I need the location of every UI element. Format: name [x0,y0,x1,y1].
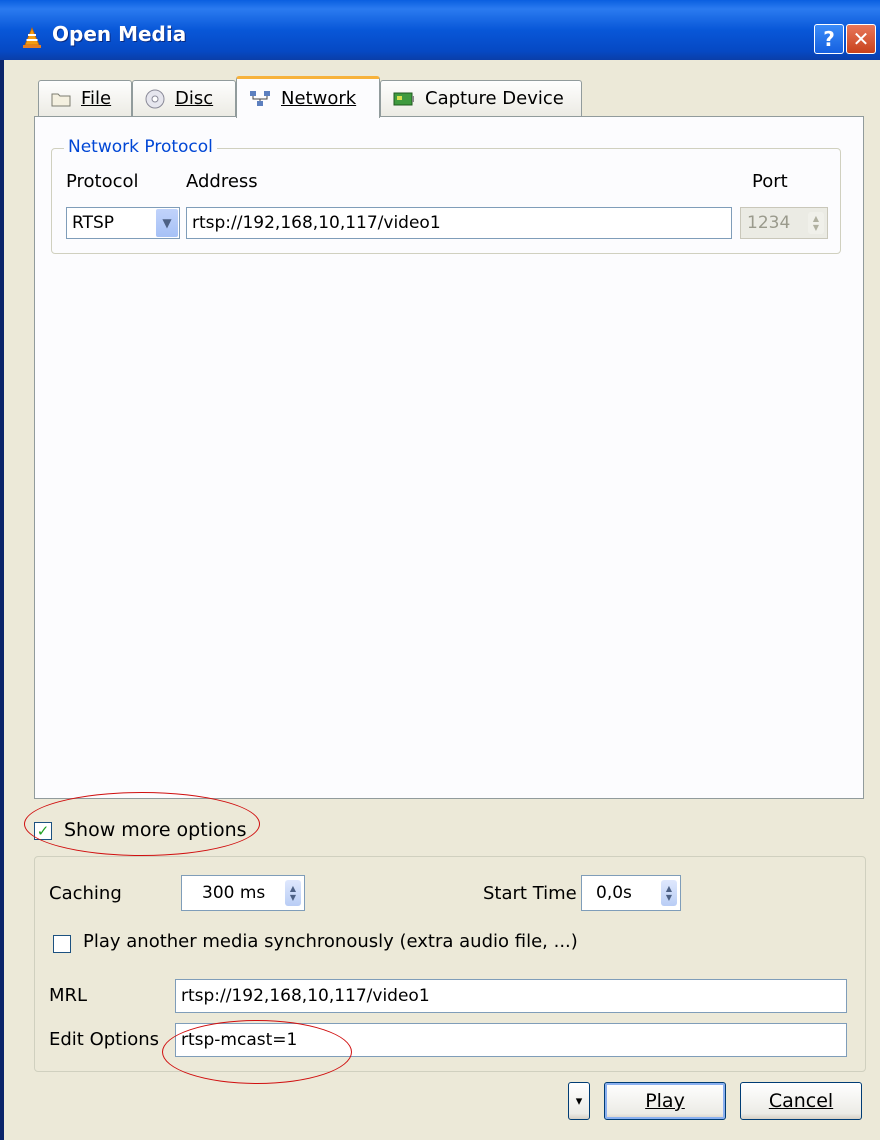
mrl-label: MRL [49,985,88,1006]
disc-icon [145,89,165,108]
folder-icon [51,93,71,106]
port-value: 1234 [747,213,791,233]
port-spinbox[interactable]: 1234 ▲ ▼ [740,207,828,239]
play-button[interactable]: Play [604,1082,726,1120]
start-time-label: Start Time [483,883,577,904]
chevron-down-icon: ▾ [575,1093,583,1109]
caching-spin-arrows-icon[interactable]: ▲ ▼ [285,880,301,906]
caching-spinbox[interactable]: 300 ms ▲ ▼ [181,875,305,911]
chevron-down-icon[interactable]: ▼ [156,209,178,237]
tab-file[interactable]: File [38,80,132,116]
caching-label: Caching [49,883,122,904]
tab-network[interactable]: Network [236,76,380,118]
more-options-group: Caching 300 ms ▲ ▼ Start Time 0,0s ▲ ▼ Pla… [34,856,866,1072]
start-time-spin-arrows-icon[interactable]: ▲ ▼ [661,880,677,906]
play-dropdown-button[interactable]: ▾ [568,1082,590,1120]
window-title: Open Media [52,22,187,46]
vlc-cone-icon [23,27,41,48]
caching-value: 300 ms [202,883,266,903]
help-button[interactable]: ? [814,24,844,54]
cancel-button[interactable]: Cancel [740,1082,862,1120]
close-button[interactable]: ✕ [846,24,876,54]
title-bar[interactable]: Open Media ? ✕ [0,0,880,60]
dialog-body: File Disc Network Capture Device Network… [4,60,880,1140]
protocol-label: Protocol [66,171,139,192]
show-more-options-label[interactable]: Show more options [64,819,247,841]
start-time-value: 0,0s [596,883,632,903]
network-protocol-group: Network Protocol Protocol Address Port R… [51,137,841,254]
address-input-value: rtsp://192,168,10,117/video1 [192,213,441,233]
tab-capture-device[interactable]: Capture Device [380,80,582,116]
play-button-label: Play [645,1090,685,1112]
edit-options-value: rtsp-mcast=1 [181,1030,298,1050]
cancel-button-label: Cancel [768,1090,834,1112]
tab-network-label: Network [281,88,357,109]
mrl-input[interactable]: rtsp://192,168,10,117/video1 [175,979,847,1013]
mrl-value: rtsp://192,168,10,117/video1 [181,986,430,1006]
tab-disc-label: Disc [175,88,214,109]
network-tab-panel: Network Protocol Protocol Address Port R… [34,116,864,799]
capture-card-icon [393,92,414,105]
edit-options-input[interactable]: rtsp-mcast=1 [175,1023,847,1057]
network-protocol-title: Network Protocol [64,137,217,157]
protocol-select[interactable]: RTSP ▼ [66,207,180,239]
address-input[interactable]: rtsp://192,168,10,117/video1 [186,207,732,239]
show-more-options-checkbox[interactable]: ✓ [34,822,52,840]
edit-options-label: Edit Options [49,1029,160,1050]
address-label: Address [186,171,258,192]
tab-disc[interactable]: Disc [132,80,236,116]
open-media-window: Open Media ? ✕ File Disc Network Capture… [0,0,880,1140]
tab-file-label: File [81,88,112,109]
start-time-spinbox[interactable]: 0,0s ▲ ▼ [581,875,681,911]
protocol-select-value: RTSP [72,213,115,233]
port-spin-arrows-icon[interactable]: ▲ ▼ [808,212,824,234]
play-sync-checkbox[interactable] [53,935,71,953]
tab-capture-device-label: Capture Device [425,88,564,109]
play-sync-label[interactable]: Play another media synchronously (extra … [83,931,578,952]
port-label: Port [752,171,788,192]
network-icon [250,90,270,106]
